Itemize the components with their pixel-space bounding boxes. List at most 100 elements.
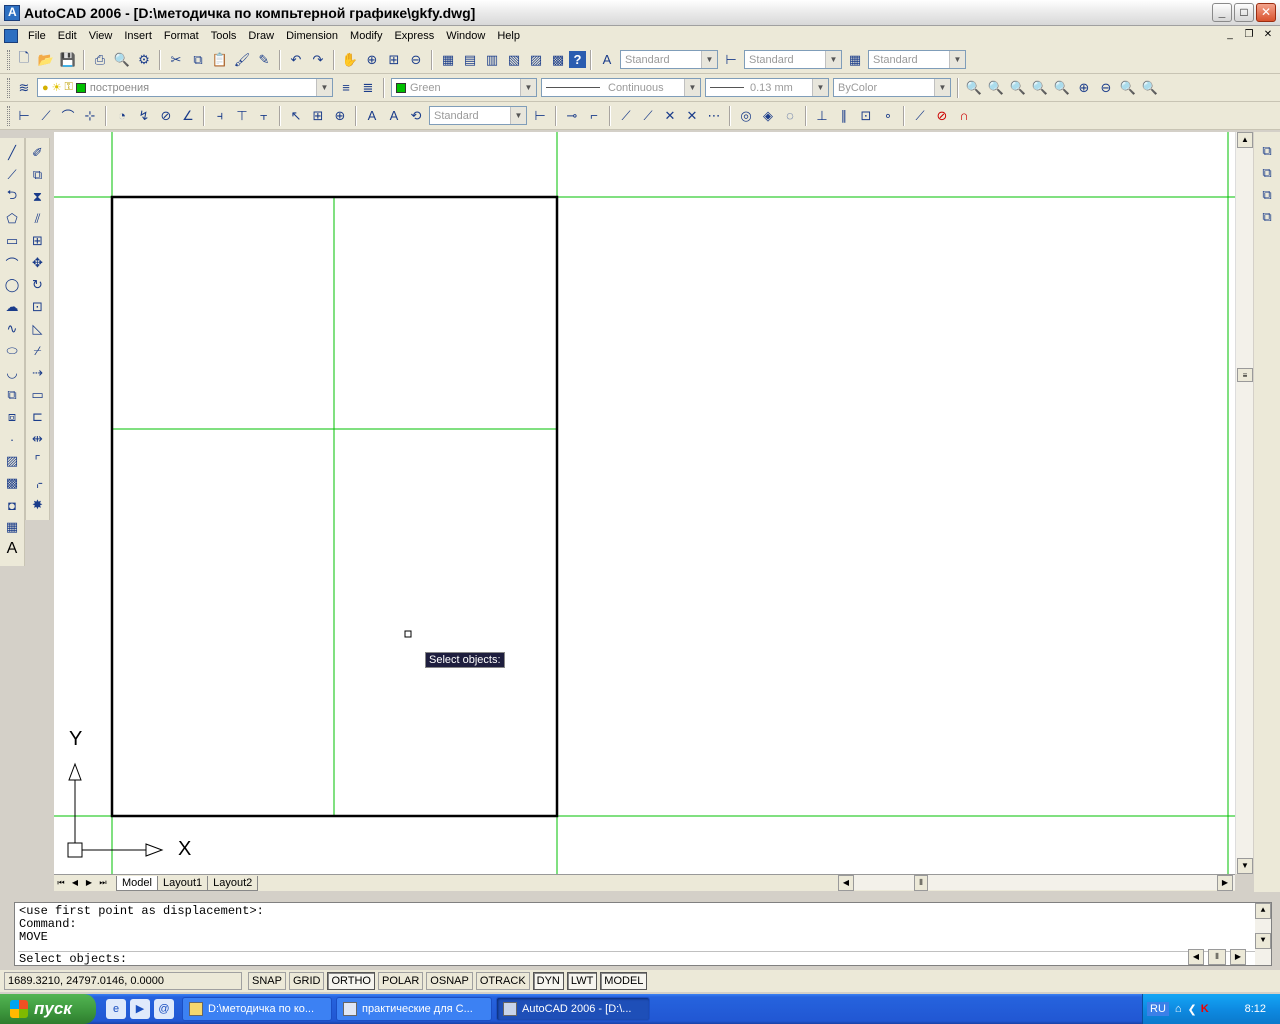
osnap-toggle[interactable]: OSNAP bbox=[426, 972, 473, 990]
language-indicator[interactable]: RU bbox=[1147, 1002, 1169, 1016]
model-toggle[interactable]: MODEL bbox=[600, 972, 648, 990]
rectangle-icon[interactable]: ▭ bbox=[1, 230, 23, 252]
arc-length-icon[interactable]: ⌒ bbox=[57, 105, 79, 127]
command-hscroll[interactable]: ◀ ⦀ ▶ bbox=[1188, 949, 1254, 965]
array-icon[interactable]: ⊞ bbox=[27, 230, 49, 252]
dim-style-select-2[interactable]: Standard ▼ bbox=[429, 106, 527, 125]
lwt-toggle[interactable]: LWT bbox=[566, 972, 598, 990]
maximize-button[interactable]: □ bbox=[1234, 3, 1254, 22]
arc-icon[interactable]: ⌒ bbox=[1, 252, 23, 274]
linetype-select[interactable]: Continuous ▼ bbox=[541, 78, 701, 97]
snap-none-icon[interactable]: ⊘ bbox=[931, 105, 953, 127]
plotstyle-select[interactable]: ByColor ▼ bbox=[833, 78, 951, 97]
chevron-down-icon[interactable]: ▼ bbox=[316, 79, 332, 96]
clock[interactable]: 8:12 bbox=[1245, 1003, 1266, 1015]
tray-antivirus-icon[interactable]: K bbox=[1201, 1003, 1209, 1015]
pan-icon[interactable]: ✋ bbox=[339, 49, 361, 71]
scroll-thumb[interactable]: ≡ bbox=[1237, 368, 1253, 382]
snap-toggle[interactable]: SNAP bbox=[248, 972, 286, 990]
copy-icon[interactable]: ⧉ bbox=[187, 49, 209, 71]
snap-perpendicular-icon[interactable]: ⊥ bbox=[811, 105, 833, 127]
scroll-down-icon[interactable]: ▼ bbox=[1255, 933, 1271, 949]
temporary-track-icon[interactable]: ⊸ bbox=[561, 105, 583, 127]
polygon-icon[interactable]: ⬠ bbox=[1, 208, 23, 230]
snap-endpoint-icon[interactable]: ⟋ bbox=[615, 105, 637, 127]
insert-block-icon[interactable]: ⧉ bbox=[1, 384, 23, 406]
doc-restore-button[interactable]: ❐ bbox=[1241, 28, 1257, 42]
sheet-set-icon[interactable]: ▧ bbox=[503, 49, 525, 71]
baseline-dimension-icon[interactable]: ⊤ bbox=[231, 105, 253, 127]
otrack-toggle[interactable]: OTRACK bbox=[475, 972, 530, 990]
text-style-icon[interactable]: A bbox=[596, 49, 618, 71]
publish-icon[interactable]: ⚙ bbox=[133, 49, 155, 71]
chamfer-icon[interactable]: ⌜ bbox=[27, 450, 49, 472]
last-tab-icon[interactable]: ⏭ bbox=[96, 876, 110, 890]
menu-help[interactable]: Help bbox=[491, 27, 526, 45]
hscroll-thumb[interactable]: ⦀ bbox=[914, 875, 928, 891]
send-to-back-icon[interactable]: ⧉ bbox=[1256, 162, 1278, 184]
document-icon[interactable] bbox=[4, 29, 18, 43]
scroll-right-icon[interactable]: ▶ bbox=[1230, 949, 1246, 965]
redo-icon[interactable]: ↷ bbox=[307, 49, 329, 71]
revision-cloud-icon[interactable]: ☁ bbox=[1, 296, 23, 318]
table-style-icon[interactable]: ▦ bbox=[844, 49, 866, 71]
diameter-dimension-icon[interactable]: ⊘ bbox=[155, 105, 177, 127]
dimension-edit-icon[interactable]: A bbox=[361, 105, 383, 127]
menu-insert[interactable]: Insert bbox=[118, 27, 158, 45]
join-icon[interactable]: ⇹ bbox=[27, 428, 49, 450]
doc-minimize-button[interactable]: _ bbox=[1222, 28, 1238, 42]
rotate-icon[interactable]: ↻ bbox=[27, 274, 49, 296]
osnap-settings-icon[interactable]: ∩ bbox=[953, 105, 975, 127]
scroll-left-icon[interactable]: ◀ bbox=[838, 875, 854, 891]
line-icon[interactable]: ╱ bbox=[1, 142, 23, 164]
media-player-icon[interactable]: ▶ bbox=[130, 999, 150, 1019]
snap-midpoint-icon[interactable]: ⟋ bbox=[637, 105, 659, 127]
scroll-down-icon[interactable]: ▼ bbox=[1237, 858, 1253, 874]
dimension-style-icon[interactable]: ⊢ bbox=[529, 105, 551, 127]
explode-icon[interactable]: ✸ bbox=[27, 494, 49, 516]
tab-layout1[interactable]: Layout1 bbox=[156, 875, 209, 891]
command-scrollbar[interactable]: ▲ ▼ bbox=[1255, 903, 1271, 965]
coordinates-display[interactable]: 1689.3210, 24797.0146, 0.0000 bbox=[4, 972, 242, 990]
mirror-icon[interactable]: ⧗ bbox=[27, 186, 49, 208]
tab-layout2[interactable]: Layout2 bbox=[207, 875, 259, 891]
trim-icon[interactable]: ⌿ bbox=[27, 340, 49, 362]
plot-icon[interactable]: ⎙ bbox=[89, 49, 111, 71]
cmd-hscroll-thumb[interactable]: ⦀ bbox=[1208, 949, 1226, 965]
prev-tab-icon[interactable]: ◀ bbox=[68, 876, 82, 890]
vertical-scrollbar[interactable]: ▲ ≡ ▼ bbox=[1235, 132, 1253, 874]
point-icon[interactable]: · bbox=[1, 428, 23, 450]
table-icon[interactable]: ▦ bbox=[1, 516, 23, 538]
make-block-icon[interactable]: ⧈ bbox=[1, 406, 23, 428]
polar-toggle[interactable]: POLAR bbox=[378, 972, 424, 990]
region-icon[interactable]: ◘ bbox=[1, 494, 23, 516]
aligned-dimension-icon[interactable]: ⟋ bbox=[35, 105, 57, 127]
layer-manager-icon[interactable]: ≋ bbox=[13, 77, 35, 99]
spline-icon[interactable]: ∿ bbox=[1, 318, 23, 340]
tab-model[interactable]: Model bbox=[116, 875, 158, 891]
grid-toggle[interactable]: GRID bbox=[288, 972, 325, 990]
scale-icon[interactable]: ⊡ bbox=[27, 296, 49, 318]
circle-icon[interactable]: ◯ bbox=[1, 274, 23, 296]
browser-icon[interactable]: @ bbox=[154, 999, 174, 1019]
next-tab-icon[interactable]: ▶ bbox=[82, 876, 96, 890]
menu-file[interactable]: File bbox=[22, 27, 52, 45]
zoom-center-icon[interactable]: 🔍 bbox=[1029, 77, 1051, 99]
doc-close-button[interactable]: ✕ bbox=[1260, 28, 1276, 42]
zoom-realtime-icon[interactable]: ⊕ bbox=[361, 49, 383, 71]
snap-apparent-intersection-icon[interactable]: ✕ bbox=[681, 105, 703, 127]
snap-intersection-icon[interactable]: ✕ bbox=[659, 105, 681, 127]
snap-tangent-icon[interactable]: ◌ bbox=[779, 105, 801, 127]
chevron-down-icon[interactable]: ▼ bbox=[812, 79, 828, 96]
menu-format[interactable]: Format bbox=[158, 27, 205, 45]
dim-style-select[interactable]: Standard ▼ bbox=[744, 50, 842, 69]
command-window[interactable]: <use first point as displacement>: Comma… bbox=[14, 902, 1272, 966]
tool-palettes-icon[interactable]: ▥ bbox=[481, 49, 503, 71]
linear-dimension-icon[interactable]: ⊢ bbox=[13, 105, 35, 127]
dim-style-icon[interactable]: ⊢ bbox=[720, 49, 742, 71]
send-under-icon[interactable]: ⧉ bbox=[1256, 206, 1278, 228]
dimension-text-edit-icon[interactable]: A bbox=[383, 105, 405, 127]
autocad-app-icon[interactable] bbox=[4, 4, 20, 21]
scroll-right-icon[interactable]: ▶ bbox=[1217, 875, 1233, 891]
drawing-area[interactable]: Y X Select objects: bbox=[54, 132, 1235, 874]
